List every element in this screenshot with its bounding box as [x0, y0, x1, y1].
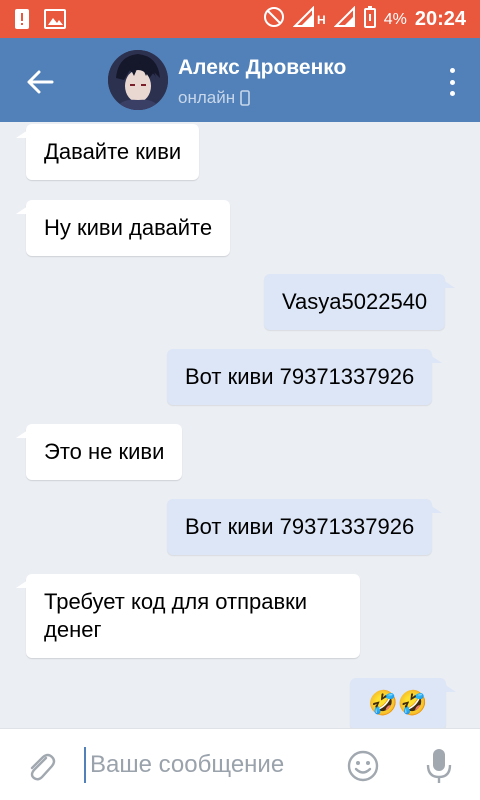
contact-name: Алекс Дровенко [178, 56, 347, 79]
message-text: Vasya5022540 [282, 289, 428, 314]
battery-percent: 4% [383, 10, 407, 28]
smiley-icon [347, 750, 379, 782]
microphone-icon [426, 749, 452, 783]
battery-icon [363, 6, 376, 33]
message-incoming[interactable]: Требует код для отправки денег [16, 574, 360, 658]
online-status-label: онлайн [178, 88, 236, 107]
message-text: Вот киви 79371337926 [185, 514, 415, 539]
message-incoming[interactable]: Это не киви [15, 424, 183, 480]
status-bar: H 4% 20:24 [0, 0, 480, 38]
message-text: Это не киви [44, 439, 165, 464]
alert-icon [14, 8, 30, 35]
arrow-left-icon [27, 70, 54, 94]
emoji-button[interactable] [346, 749, 380, 783]
message-incoming[interactable]: Давайте киви [15, 124, 200, 180]
message-composer [0, 728, 480, 800]
message-text: Требует код для отправки денег [44, 589, 308, 642]
dot-icon [449, 79, 455, 85]
clock: 20:24 [414, 8, 466, 30]
message-input[interactable] [84, 747, 334, 783]
message-outgoing[interactable]: Vasya5022540 [264, 274, 456, 330]
message-outgoing[interactable]: Вот киви 79371337926 [167, 499, 443, 555]
message-incoming[interactable]: Ну киви давайте [15, 200, 231, 256]
attach-button[interactable] [24, 749, 58, 783]
message-text: Давайте киви [44, 139, 182, 164]
mobile-phone-icon [240, 90, 250, 106]
dot-icon [449, 91, 455, 96]
avatar[interactable] [108, 50, 168, 110]
signal-icon [292, 5, 315, 33]
signal-icon [333, 5, 356, 33]
message-outgoing[interactable]: Вот киви 79371337926 [167, 349, 443, 405]
network-type: H [317, 12, 326, 27]
more-options-button[interactable] [442, 64, 462, 100]
back-button[interactable] [20, 62, 60, 102]
message-text: Ну киви давайте [44, 215, 213, 240]
paperclip-icon [30, 753, 56, 781]
online-status: онлайн [178, 88, 250, 108]
do-not-disturb-icon [263, 6, 285, 33]
image-icon [44, 9, 66, 34]
dot-icon [449, 68, 455, 73]
message-emoji: 🤣🤣 [368, 690, 428, 717]
chat-header: Алекс Дровенко онлайн [0, 38, 480, 122]
message-outgoing[interactable]: 🤣🤣 [350, 678, 456, 728]
message-list[interactable]: Давайте киви Ну киви давайте Vasya502254… [0, 122, 480, 728]
message-text: Вот киви 79371337926 [185, 364, 415, 389]
voice-message-button[interactable] [424, 747, 454, 785]
